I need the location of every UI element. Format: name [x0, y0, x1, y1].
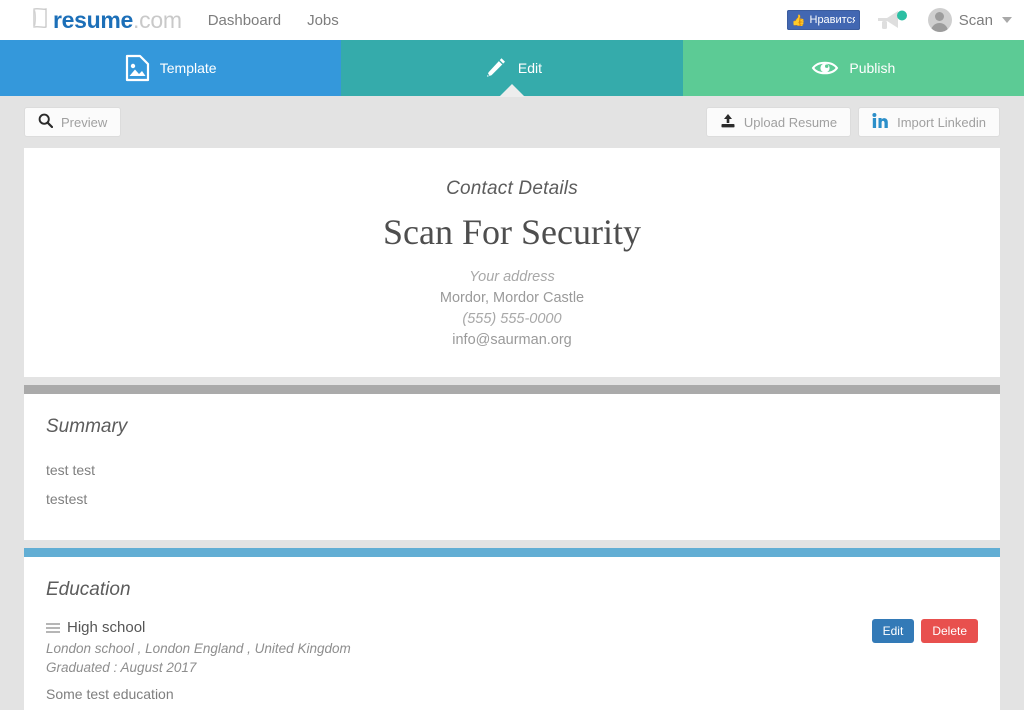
drag-handle-icon[interactable]	[46, 623, 60, 633]
phone-value: (555) 555-0000	[462, 311, 562, 328]
upload-resume-button[interactable]: Upload Resume	[705, 107, 852, 137]
tab-edit[interactable]: Edit	[341, 40, 683, 96]
education-heading: Education	[46, 579, 131, 601]
chevron-down-icon	[1002, 17, 1012, 23]
education-entry-title: High school	[67, 619, 146, 637]
primary-nav: Dashboard Jobs	[208, 12, 339, 29]
card-gap-2	[24, 540, 1000, 548]
thumbs-up-icon: 👍	[791, 14, 806, 27]
linkedin-icon	[872, 112, 889, 132]
education-entry-title-row: High school	[46, 619, 978, 636]
workflow-tab-bar: Template Edit Publish	[0, 40, 1024, 96]
user-name-label: Scan	[958, 11, 993, 29]
education-entry-graduated: Graduated : August 2017	[46, 660, 197, 676]
resume-full-name: Scan For Security	[383, 212, 641, 252]
contact-details-section[interactable]: Contact Details Scan For Security Your a…	[24, 148, 1000, 378]
summary-line-2: testest	[46, 491, 88, 508]
facebook-like-label: Нравится 3	[809, 14, 855, 26]
pencil-icon	[482, 55, 508, 81]
brand-name-bold: resume	[53, 6, 134, 33]
education-section-bar	[24, 548, 1000, 558]
resume-canvas: Contact Details Scan For Security Your a…	[0, 148, 1024, 710]
summary-section-bar	[24, 385, 1000, 395]
search-icon	[38, 113, 54, 131]
page-curl-icon	[30, 7, 50, 31]
education-entry: Edit Delete High school London school , …	[46, 619, 978, 710]
preview-label: Preview	[61, 114, 108, 130]
user-menu[interactable]: Scan	[927, 8, 1012, 32]
email-value: info@saurman.org	[452, 332, 572, 349]
facebook-like-button[interactable]: 👍 Нравится 3	[786, 10, 860, 30]
tab-publish[interactable]: Publish	[682, 40, 1024, 96]
nav-jobs[interactable]: Jobs	[307, 12, 339, 29]
preview-button[interactable]: Preview	[24, 107, 122, 137]
toolbar-right-group: Upload Resume Import Linkedin	[705, 107, 1000, 137]
upload-resume-label: Upload Resume	[743, 114, 838, 130]
brand-name-light: .com	[133, 6, 182, 33]
megaphone-icon[interactable]	[874, 7, 910, 33]
tab-template[interactable]: Template	[0, 40, 342, 96]
image-document-icon	[125, 54, 150, 82]
upload-icon	[720, 113, 736, 132]
card-gap	[24, 377, 1000, 385]
education-delete-button[interactable]: Delete	[921, 619, 978, 644]
user-avatar-icon	[927, 8, 952, 32]
address-placeholder: Your address	[469, 269, 555, 286]
import-linkedin-button[interactable]: Import Linkedin	[858, 107, 1000, 137]
brand-logo[interactable]: resume.com	[30, 8, 182, 32]
nav-dashboard[interactable]: Dashboard	[208, 12, 281, 29]
summary-line-1: test test	[46, 462, 96, 479]
eye-icon	[811, 58, 839, 78]
education-entry-actions: Edit Delete	[871, 619, 978, 644]
tab-template-label: Template	[159, 60, 217, 76]
import-linkedin-label: Import Linkedin	[897, 114, 986, 130]
education-entry-location: London school , London England , United …	[46, 641, 351, 657]
address-value: Mordor, Mordor Castle	[439, 290, 585, 307]
education-entry-description: Some test education	[46, 686, 174, 703]
editor-toolbar: Preview Upload Resume Import Linkedin	[0, 96, 1024, 148]
summary-heading: Summary	[46, 416, 128, 438]
top-header: resume.com Dashboard Jobs 👍 Нравится 3 S…	[0, 0, 1024, 40]
tab-publish-label: Publish	[849, 60, 896, 76]
contact-details-heading: Contact Details	[446, 178, 578, 199]
header-right-cluster: 👍 Нравится 3 Scan	[786, 0, 1012, 40]
education-section[interactable]: Education Edit Delete High school London…	[24, 548, 1000, 710]
summary-section[interactable]: Summary test test testest	[24, 385, 1000, 541]
tab-edit-label: Edit	[517, 60, 543, 76]
education-edit-button[interactable]: Edit	[871, 619, 915, 644]
